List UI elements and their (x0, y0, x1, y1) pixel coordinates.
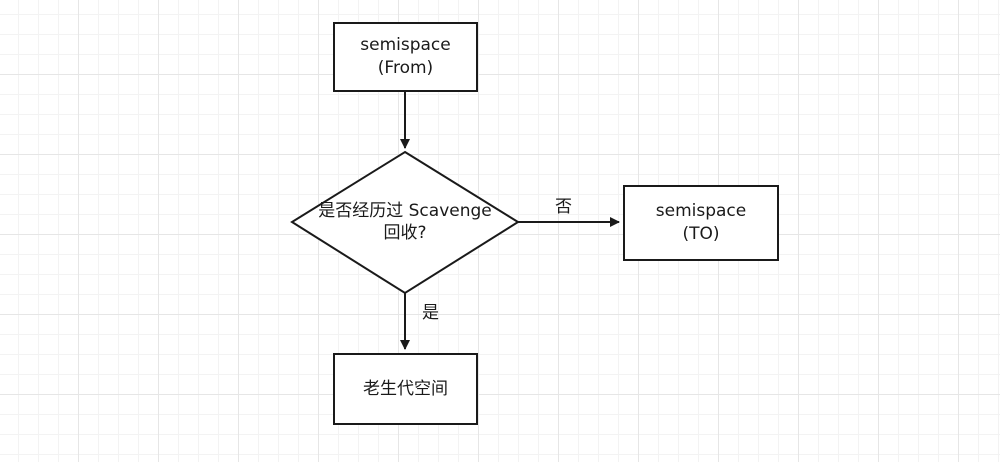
decision-label: 是否经历过 Scavenge 回收? (292, 200, 518, 244)
node-semispace-to-line2: (TO) (682, 224, 720, 244)
edge-label-no: 否 (555, 197, 572, 217)
node-semispace-to: semispace (TO) (623, 185, 779, 261)
node-old-generation-label: 老生代空间 (363, 378, 448, 399)
node-semispace-from-line2: (From) (377, 58, 434, 78)
node-semispace-from: semispace (From) (333, 22, 478, 92)
decision-label-line1: 是否经历过 Scavenge (318, 201, 492, 221)
decision-label-line2: 回收? (383, 223, 427, 243)
edge-label-yes: 是 (422, 303, 439, 323)
node-semispace-to-line1: semispace (655, 201, 747, 221)
node-semispace-from-line1: semispace (360, 35, 451, 55)
node-old-generation: 老生代空间 (333, 353, 478, 425)
